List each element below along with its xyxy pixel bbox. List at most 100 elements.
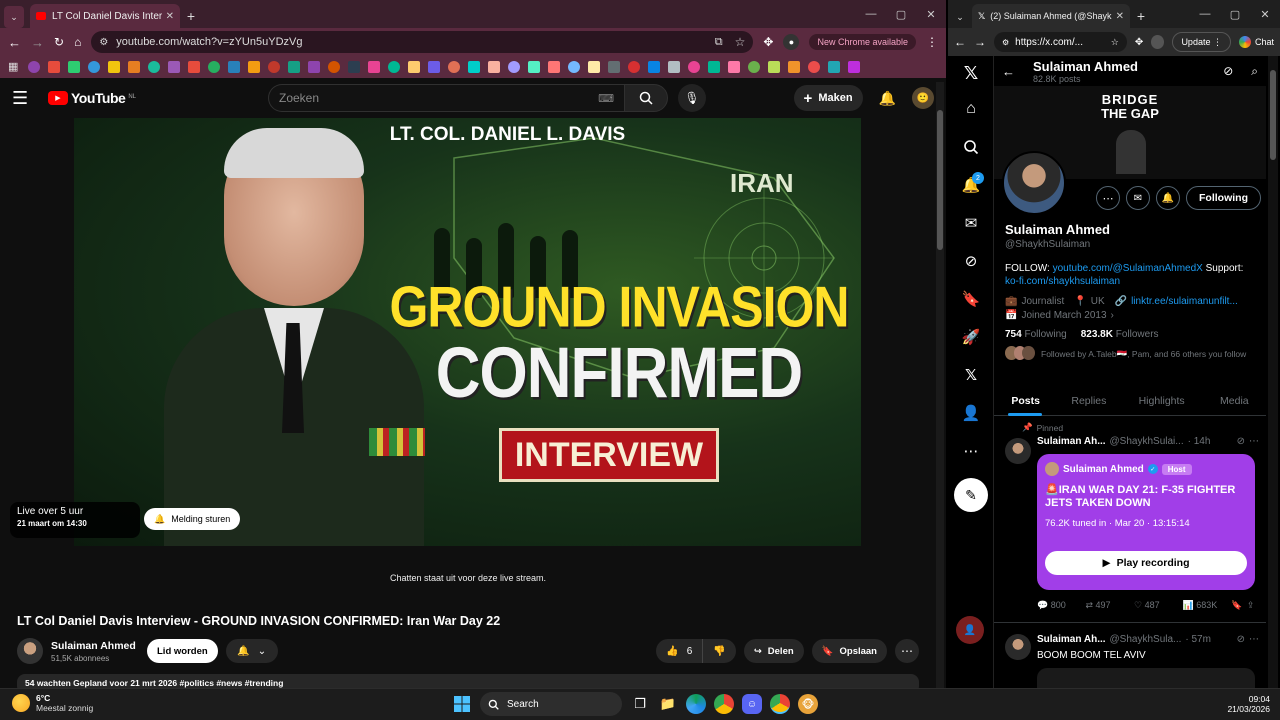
- bookmark-favicon-icon[interactable]: [668, 61, 680, 73]
- message-icon[interactable]: ✉: [1126, 186, 1150, 210]
- bookmark-favicon-icon[interactable]: [488, 61, 500, 73]
- system-clock[interactable]: 09:04 21/03/2026: [1200, 694, 1270, 714]
- profile-avatar-large[interactable]: [1002, 151, 1066, 215]
- like-button[interactable]: ♡ 487: [1134, 600, 1183, 611]
- grok-explain-icon[interactable]: ⊘: [1237, 436, 1245, 447]
- pinned-post[interactable]: 📌 Pinned Sulaiman Ah... @ShaykhSulai... ·…: [994, 418, 1266, 623]
- bookmark-favicon-icon[interactable]: [268, 61, 280, 73]
- bookmark-favicon-icon[interactable]: [468, 61, 480, 73]
- voice-search-mic-icon[interactable]: 🎙: [677, 84, 706, 112]
- bookmark-favicon-icon[interactable]: [808, 61, 820, 73]
- notifications-icon[interactable]: 🔔 2: [948, 166, 994, 204]
- profile-avatar-right[interactable]: [1151, 35, 1165, 49]
- bookmark-favicon-icon[interactable]: [628, 61, 640, 73]
- tab-replies[interactable]: Replies: [1057, 395, 1120, 407]
- home-icon[interactable]: ⌂: [948, 90, 994, 128]
- bookmark-favicon-icon[interactable]: [388, 61, 400, 73]
- back-arrow-icon[interactable]: ←: [1002, 64, 1015, 79]
- close-tab-icon[interactable]: ✕: [166, 11, 174, 22]
- discord-icon[interactable]: ☺: [742, 694, 762, 714]
- post-author-avatar[interactable]: [1005, 438, 1031, 464]
- bookmark-favicon-icon[interactable]: [48, 61, 60, 73]
- user-avatar[interactable]: 🙂: [912, 87, 934, 109]
- post-media-preview[interactable]: [1037, 668, 1255, 688]
- profile-avatar[interactable]: ●: [783, 34, 800, 50]
- bookmark-favicon-icon[interactable]: [128, 61, 140, 73]
- more-actions-icon[interactable]: ⋯: [895, 639, 919, 663]
- search-button[interactable]: [623, 84, 668, 112]
- channel-avatar[interactable]: [17, 638, 43, 664]
- join-button[interactable]: Lid worden: [147, 639, 218, 663]
- profile-icon[interactable]: 👤: [948, 394, 994, 432]
- more-options-icon[interactable]: ⋯: [1096, 186, 1120, 210]
- post-more-icon[interactable]: ⋯: [1249, 634, 1259, 645]
- bookmark-favicon-icon[interactable]: [68, 61, 80, 73]
- messages-icon[interactable]: ✉: [948, 204, 994, 242]
- post-author-name[interactable]: Sulaiman Ah...: [1037, 634, 1106, 645]
- back-icon[interactable]: ←: [954, 35, 966, 49]
- views-button[interactable]: 📊 683K: [1183, 600, 1232, 611]
- bookmark-star-icon[interactable]: ☆: [1111, 37, 1119, 48]
- explore-search-icon[interactable]: [948, 128, 994, 166]
- bookmark-favicon-icon[interactable]: [408, 61, 420, 73]
- bookmark-favicon-icon[interactable]: [748, 61, 760, 73]
- like-button[interactable]: 👍 6: [656, 639, 704, 663]
- new-chrome-available-button[interactable]: New Chrome available: [809, 34, 916, 50]
- compose-post-button[interactable]: ✎: [954, 478, 988, 512]
- x-scrollbar-thumb[interactable]: [1270, 70, 1276, 160]
- save-button[interactable]: 🔖 Opslaan: [811, 639, 887, 663]
- grok-explain-icon[interactable]: ⊘: [1237, 634, 1245, 645]
- bookmark-favicon-icon[interactable]: [528, 61, 540, 73]
- keyboard-icon[interactable]: ⌨: [598, 92, 614, 105]
- maximize-button-right[interactable]: ▢: [1220, 8, 1250, 21]
- bookmark-favicon-icon[interactable]: [248, 61, 260, 73]
- chrome-menu-icon[interactable]: ⋮: [926, 35, 938, 49]
- youtube-logo[interactable]: ▶ YouTube NL: [48, 90, 136, 106]
- play-recording-button[interactable]: ▶ Play recording: [1045, 551, 1247, 575]
- bookmark-favicon-icon[interactable]: [328, 61, 340, 73]
- grok-icon[interactable]: ⊘: [948, 242, 994, 280]
- premium-x-icon[interactable]: 𝕏: [948, 356, 994, 394]
- search-input[interactable]: Zoeken ⌨: [267, 84, 624, 112]
- hamburger-menu-icon[interactable]: ☰: [12, 88, 36, 109]
- tab-highlights[interactable]: Highlights: [1121, 395, 1203, 407]
- subscribe-bell-dropdown[interactable]: 🔔 ⌄: [225, 639, 278, 663]
- maximize-button[interactable]: ▢: [886, 8, 916, 21]
- tab-youtube[interactable]: LT Col Daniel Davis Interview - G ✕: [30, 4, 180, 28]
- bookmark-favicon-icon[interactable]: [368, 61, 380, 73]
- bookmark-favicon-icon[interactable]: [448, 61, 460, 73]
- grok-summary-icon[interactable]: ⊘: [1223, 64, 1233, 78]
- profile-website[interactable]: linktr.ee/sulaimanunfilt...: [1131, 296, 1238, 307]
- edge-browser-icon[interactable]: [686, 694, 706, 714]
- back-icon[interactable]: ←: [8, 35, 21, 50]
- install-app-icon[interactable]: ⧉: [715, 36, 723, 49]
- bookmark-favicon-icon[interactable]: [708, 61, 720, 73]
- taskbar-search-box[interactable]: Search: [480, 692, 622, 716]
- reload-icon[interactable]: ↻: [54, 35, 64, 49]
- bookmark-favicon-icon[interactable]: [148, 61, 160, 73]
- forward-icon[interactable]: →: [31, 35, 44, 50]
- more-circle-icon[interactable]: ⋯: [948, 432, 994, 470]
- extensions-icon[interactable]: ✥: [1135, 37, 1143, 48]
- bookmark-favicon-icon[interactable]: [28, 61, 40, 73]
- create-button[interactable]: + Maken: [793, 85, 863, 111]
- bookmark-favicon-icon[interactable]: [548, 61, 560, 73]
- following-count-link[interactable]: 754 Following: [1005, 329, 1067, 340]
- bookmark-favicon-icon[interactable]: [188, 61, 200, 73]
- app-mascot-icon[interactable]: 🐵: [798, 694, 818, 714]
- bookmark-favicon-icon[interactable]: [428, 61, 440, 73]
- post-author-name[interactable]: Sulaiman Ah...: [1037, 436, 1106, 447]
- bookmark-favicon-icon[interactable]: [508, 61, 520, 73]
- bookmark-favicon-icon[interactable]: [208, 61, 220, 73]
- bio-kofi-link[interactable]: ko-fi.com/shaykhsulaiman: [1005, 276, 1120, 287]
- jobs-rocket-icon[interactable]: 🚀: [948, 318, 994, 356]
- tab-media[interactable]: Media: [1203, 395, 1266, 407]
- windows-start-icon[interactable]: [452, 694, 472, 714]
- minimize-button[interactable]: —: [856, 8, 886, 20]
- dislike-button[interactable]: 👎: [703, 639, 735, 663]
- tab-posts[interactable]: Posts: [994, 386, 1057, 416]
- description-box[interactable]: 54 wachten Gepland voor 21 mrt 2026 #pol…: [17, 674, 919, 688]
- following-button[interactable]: Following: [1186, 186, 1261, 210]
- new-tab-button[interactable]: +: [180, 4, 202, 28]
- notify-me-button[interactable]: 🔔 Melding sturen: [144, 508, 241, 530]
